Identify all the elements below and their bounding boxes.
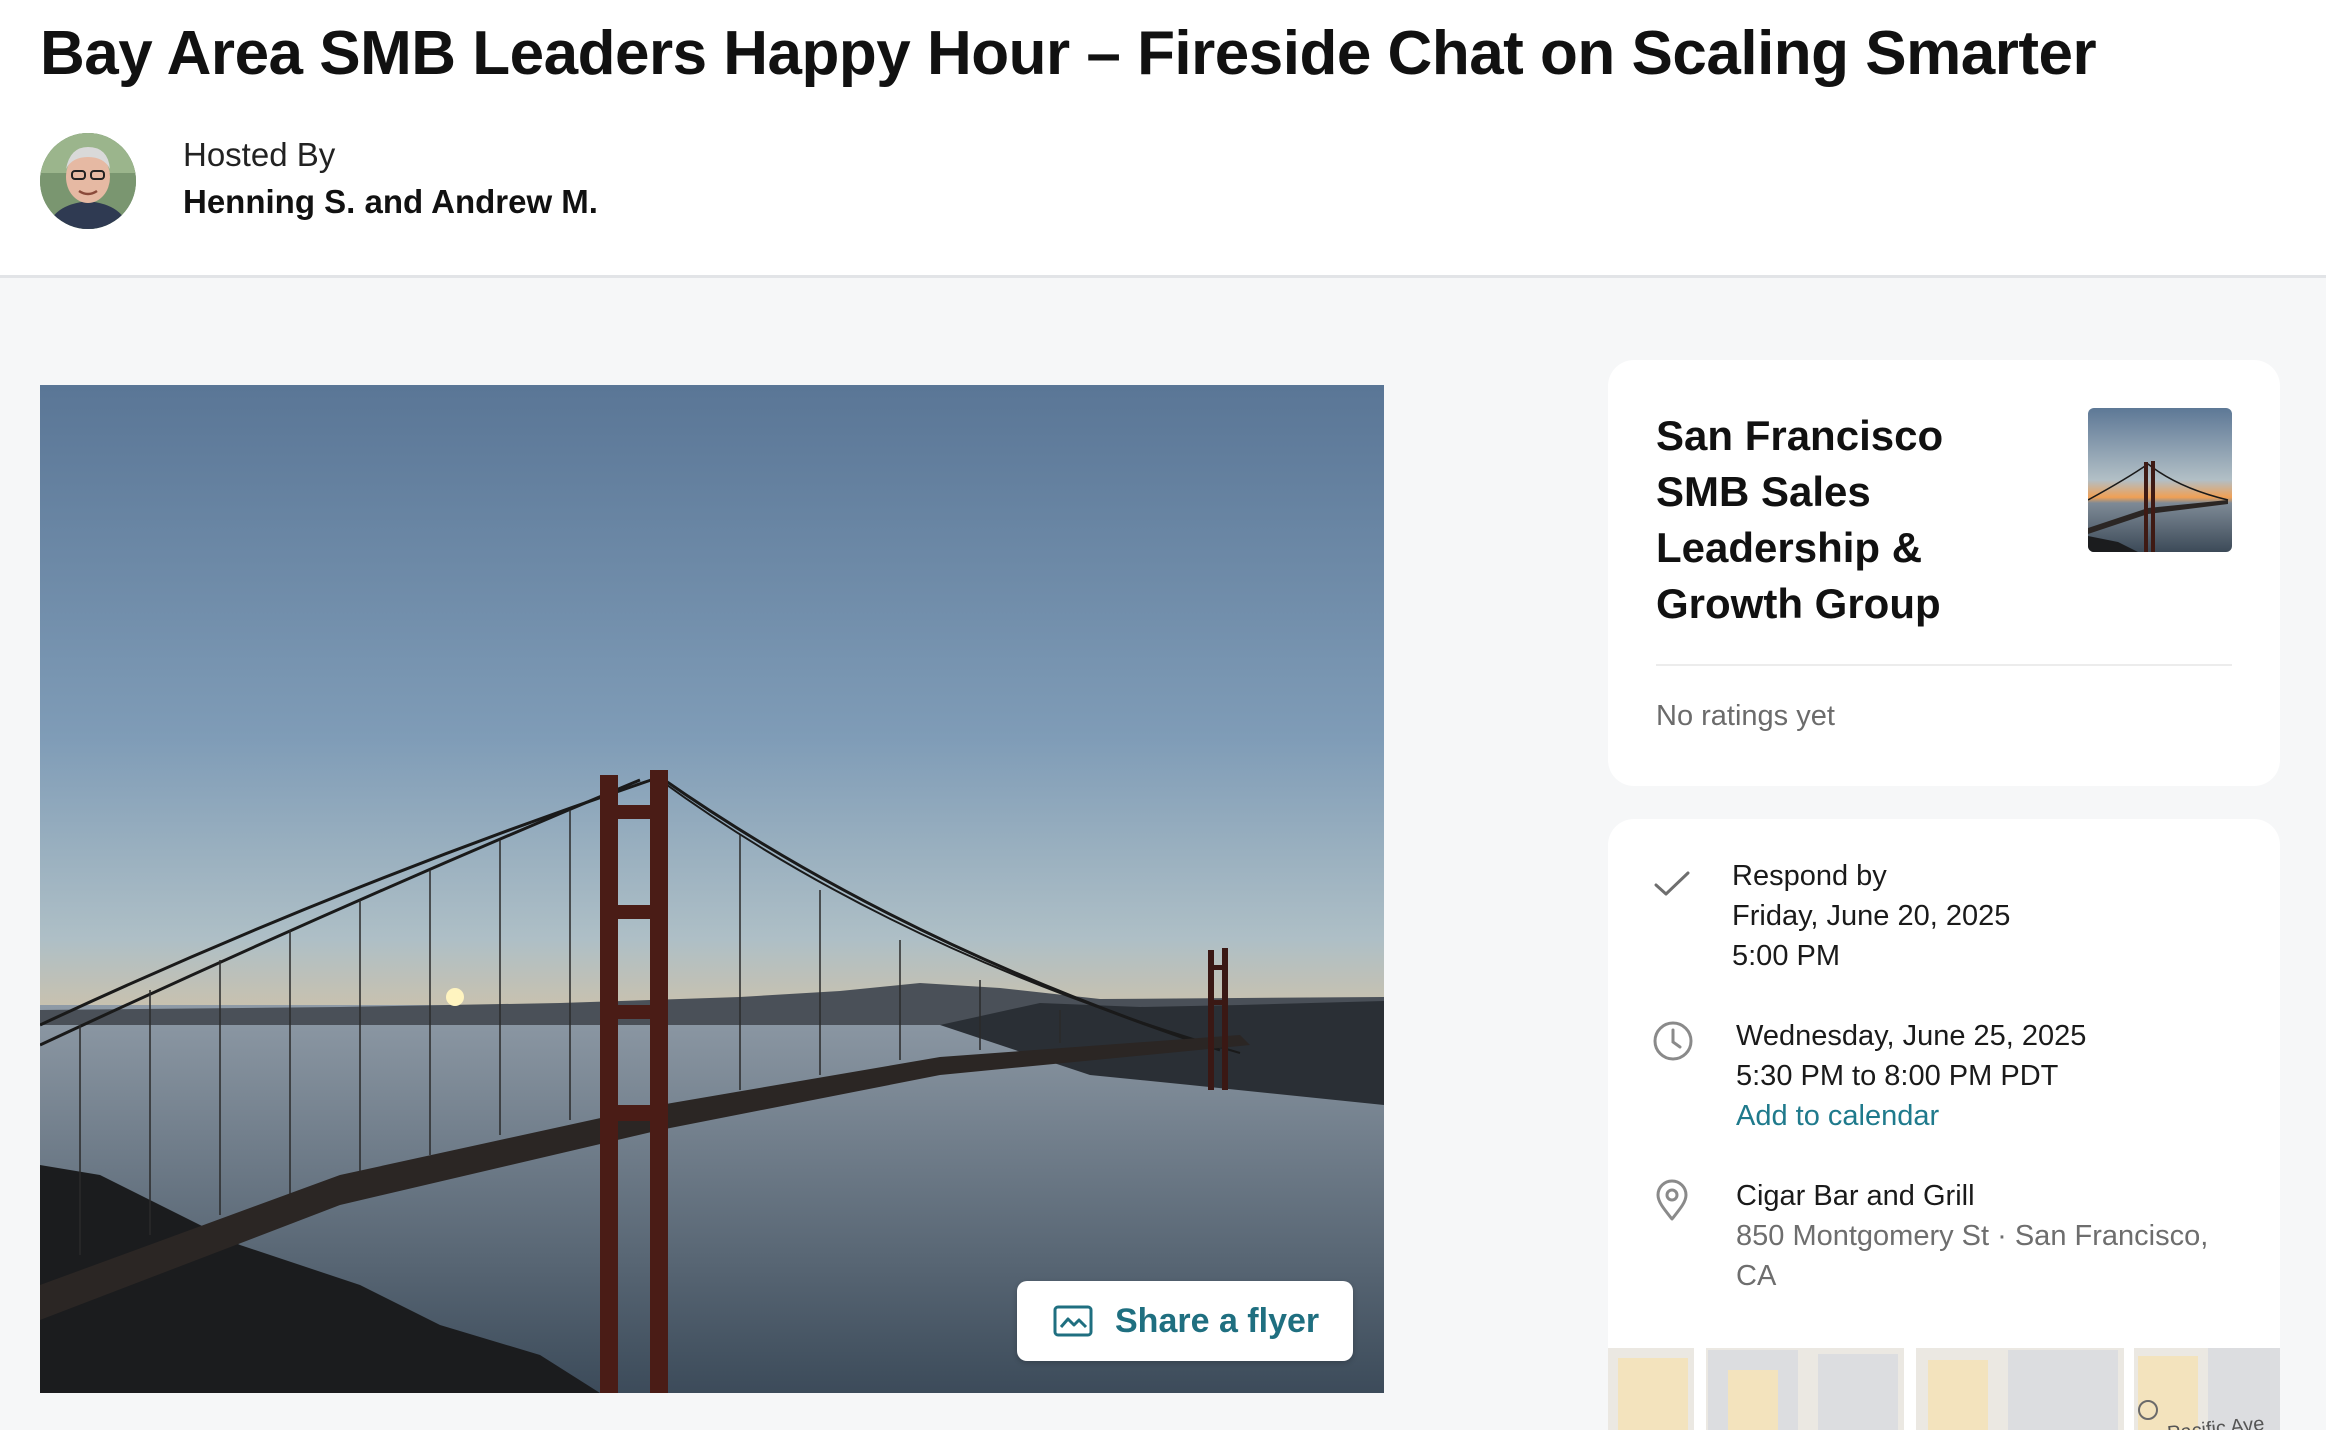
share-flyer-button[interactable]: Share a flyer bbox=[1017, 1281, 1353, 1361]
share-flyer-label: Share a flyer bbox=[1115, 1301, 1320, 1340]
event-datetime: Wednesday, June 25, 2025 5:30 PM to 8:00… bbox=[1736, 1016, 2086, 1136]
event-time: 5:30 PM to 8:00 PM PDT bbox=[1736, 1060, 2059, 1092]
event-hero-image: Share a flyer bbox=[40, 385, 1384, 1393]
check-icon bbox=[1654, 871, 1690, 896]
group-thumbnail[interactable] bbox=[2088, 408, 2232, 552]
group-name[interactable]: San Francisco SMB Sales Leadership & Gro… bbox=[1656, 408, 1986, 632]
image-icon bbox=[1053, 1305, 1093, 1337]
host-names[interactable]: Henning S. and Andrew M. bbox=[183, 183, 598, 221]
group-card[interactable]: San Francisco SMB Sales Leadership & Gro… bbox=[1608, 360, 2280, 786]
rsvp-label: Respond by bbox=[1732, 860, 1887, 892]
ratings-text: No ratings yet bbox=[1656, 700, 1835, 732]
divider bbox=[1656, 664, 2232, 666]
add-to-calendar-link[interactable]: Add to calendar bbox=[1736, 1096, 2086, 1136]
rsvp-date: Friday, June 20, 2025 bbox=[1732, 900, 2011, 932]
event-location: Cigar Bar and Grill 850 Montgomery St · … bbox=[1736, 1176, 2208, 1296]
venue-name[interactable]: Cigar Bar and Grill bbox=[1736, 1176, 2208, 1216]
location-pin-icon bbox=[1656, 1179, 1688, 1221]
rsvp-deadline: Respond by Friday, June 20, 2025 5:00 PM bbox=[1732, 856, 2010, 976]
venue-address-line1: 850 Montgomery St · San Francisco, bbox=[1736, 1220, 2209, 1252]
event-header: Bay Area SMB Leaders Happy Hour – Firesi… bbox=[0, 0, 2326, 278]
rsvp-time: 5:00 PM bbox=[1732, 940, 1840, 972]
event-title: Bay Area SMB Leaders Happy Hour – Firesi… bbox=[40, 19, 2097, 88]
host-avatar[interactable] bbox=[40, 133, 136, 229]
clock-icon bbox=[1653, 1021, 1693, 1061]
event-details-card: Respond by Friday, June 20, 2025 5:00 PM… bbox=[1608, 819, 2280, 1430]
location-map[interactable]: Pacific Ave bbox=[1608, 1340, 2280, 1430]
event-date: Wednesday, June 25, 2025 bbox=[1736, 1020, 2087, 1052]
hosted-by-label: Hosted By bbox=[183, 136, 336, 173]
venue-address-line2: CA bbox=[1736, 1260, 1777, 1292]
